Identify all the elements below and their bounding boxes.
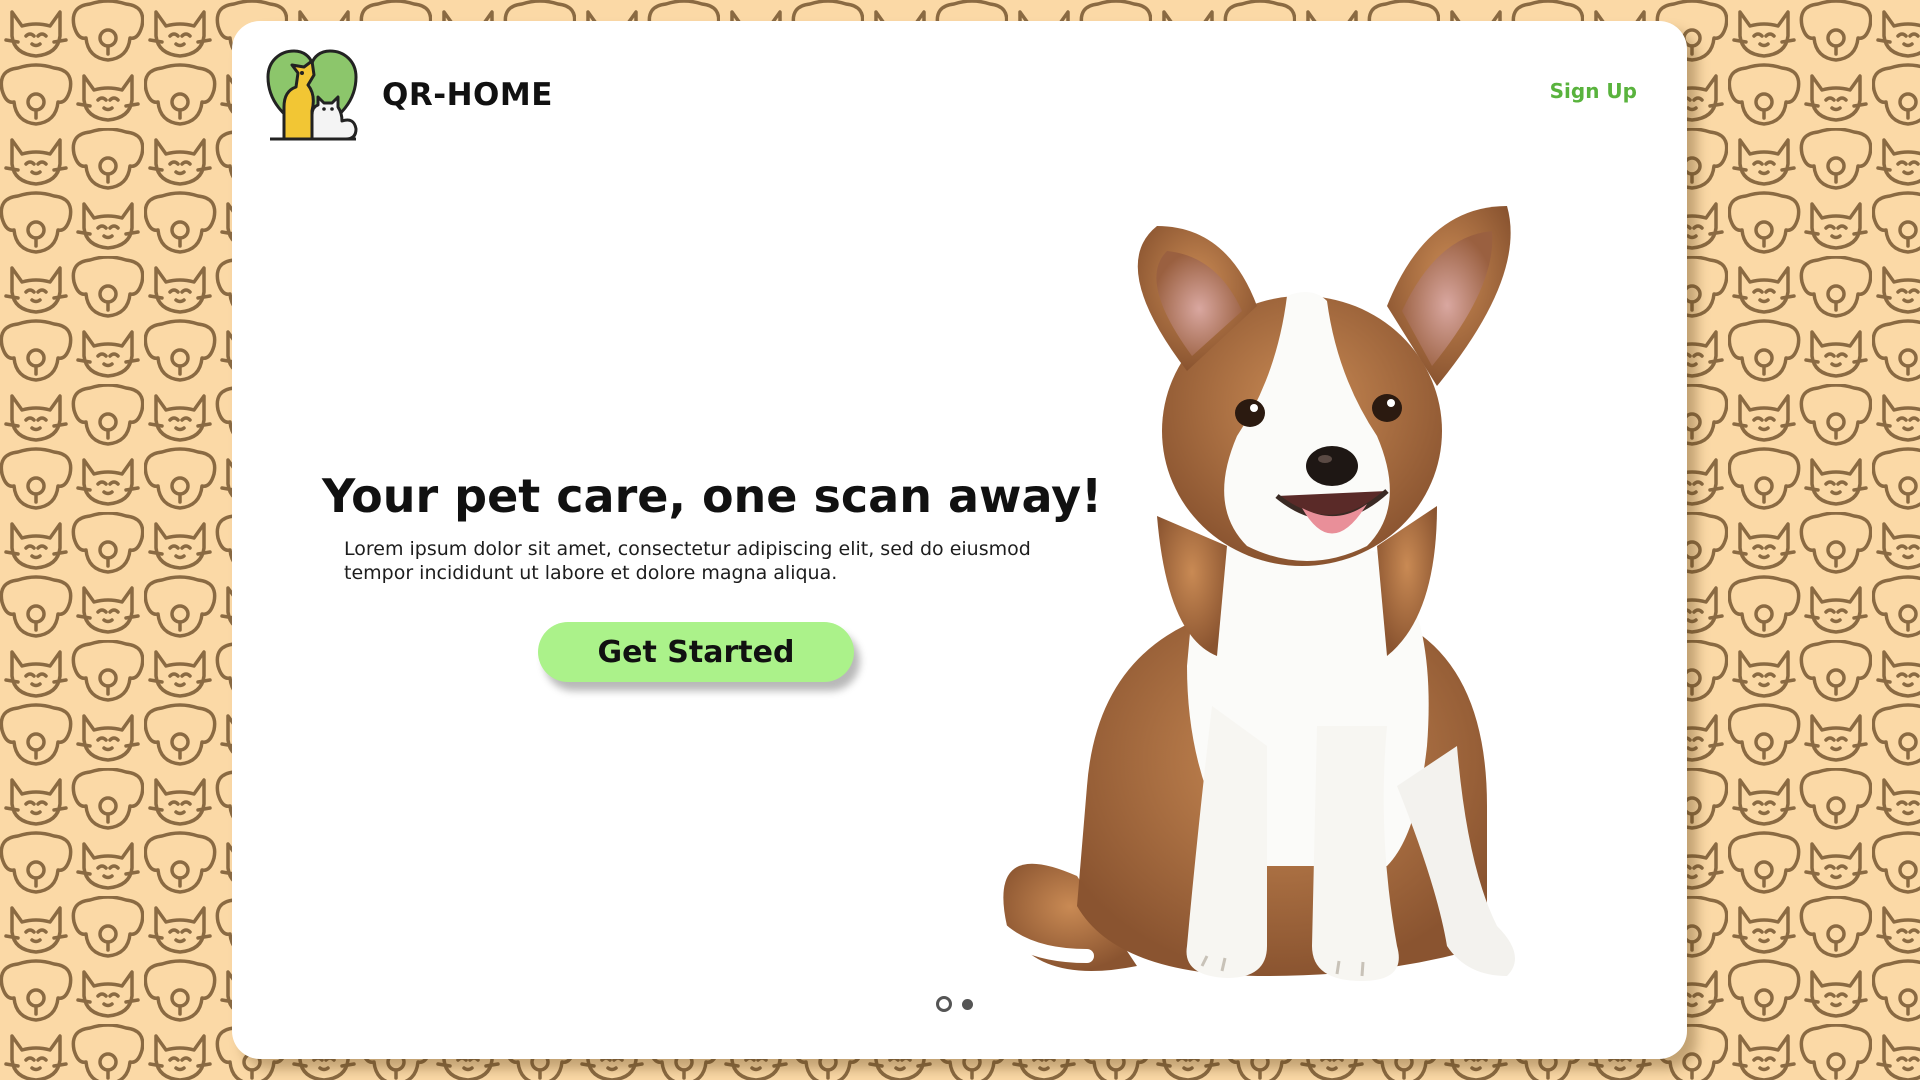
main-card: QR-HOME Sign Up Your pet care, one scan … [232,21,1687,1059]
signup-link[interactable]: Sign Up [1550,79,1637,103]
header: QR-HOME [262,45,553,145]
puppy-photo [990,206,1515,981]
carousel-indicator [936,996,973,1012]
brand-name: QR-HOME [382,77,553,113]
carousel-dot-2[interactable] [962,998,973,1010]
pets-heart-logo-icon[interactable] [262,45,362,145]
get-started-button[interactable]: Get Started [538,622,854,682]
carousel-dot-1[interactable] [936,996,952,1012]
